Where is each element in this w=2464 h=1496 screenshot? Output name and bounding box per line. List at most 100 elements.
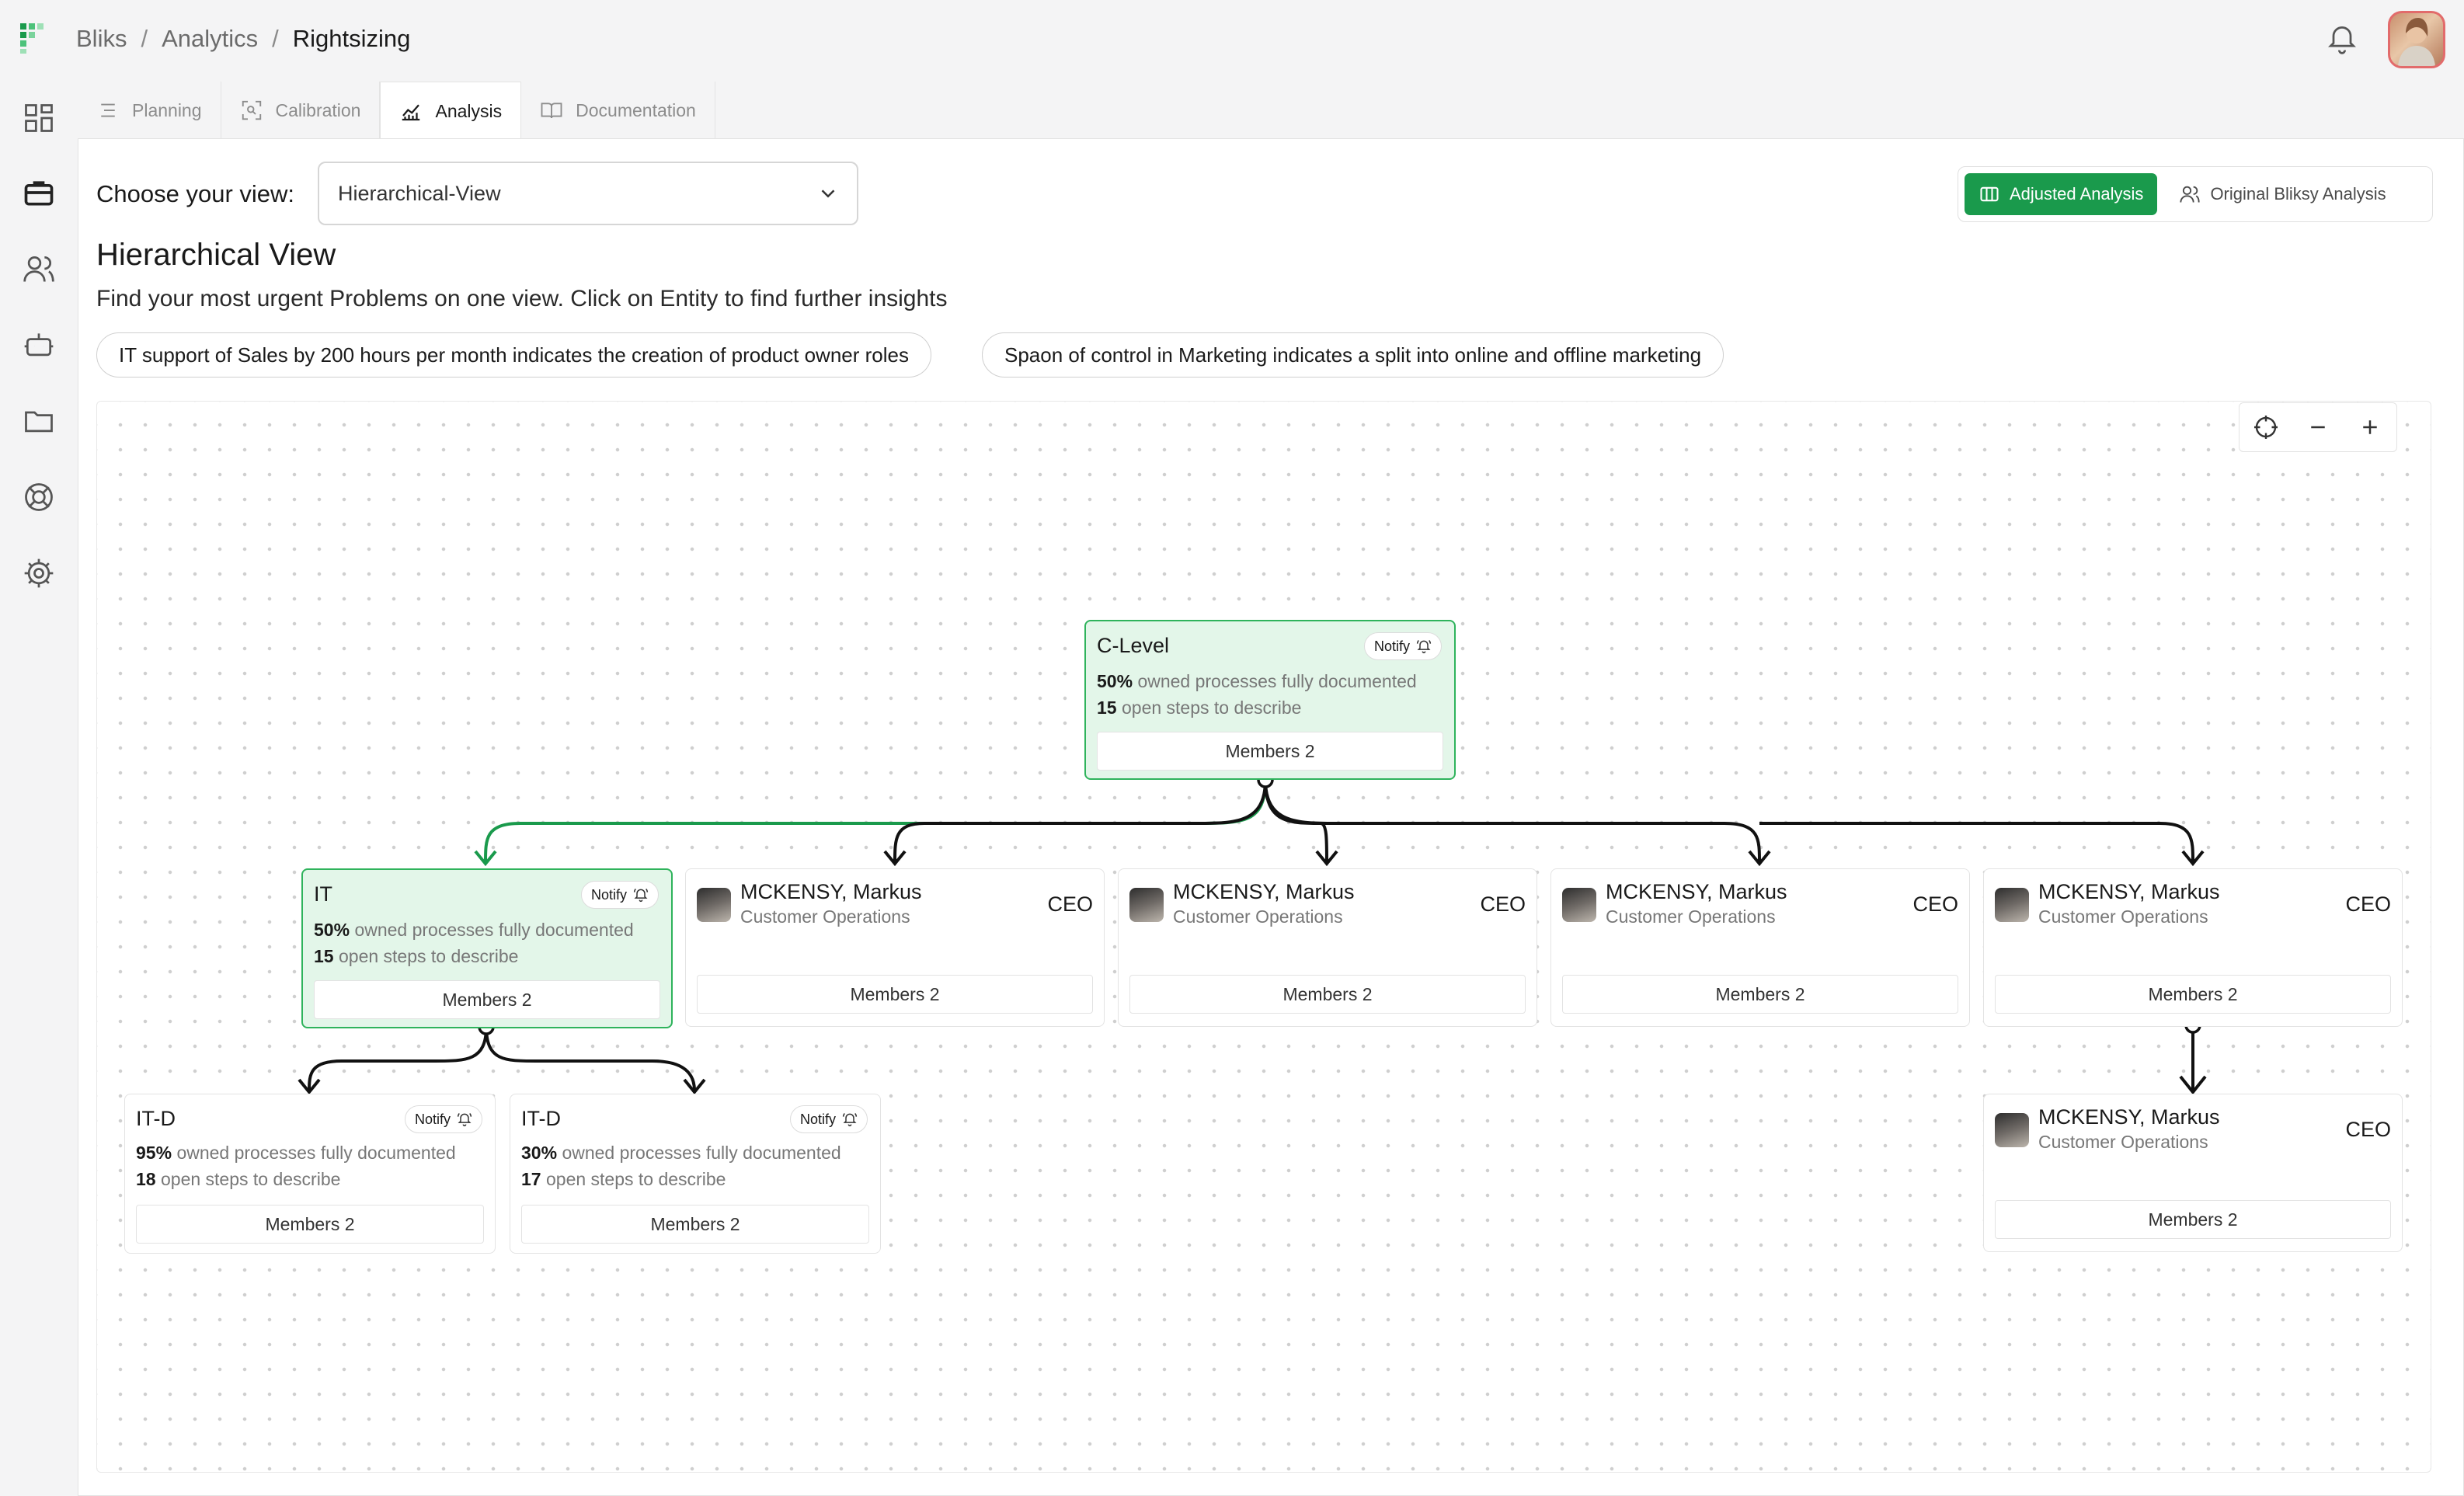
- scan-icon: [242, 100, 261, 120]
- open-steps-stat: 15 open steps to describe: [314, 946, 518, 967]
- documented-text: owned processes fully documented: [176, 1143, 456, 1163]
- insight-chip[interactable]: IT support of Sales by 200 hours per mon…: [96, 332, 931, 377]
- zoom-controls: [2239, 402, 2397, 452]
- person-role: CEO: [1480, 892, 1526, 916]
- node-person[interactable]: MCKENSY, Markus Customer Operations CEO …: [1983, 868, 2403, 1027]
- node-itd-2[interactable]: IT-D Notify 30% owned processes fully do…: [510, 1094, 881, 1254]
- book-icon: [541, 103, 562, 119]
- view-select-value: Hierarchical-View: [338, 181, 501, 205]
- documented-text: owned processes fully documented: [354, 920, 634, 940]
- members-button[interactable]: Members 2: [136, 1205, 484, 1244]
- breadcrumb-bliks[interactable]: Bliks: [76, 25, 127, 53]
- notify-label: Notify: [414, 1111, 451, 1127]
- node-person[interactable]: MCKENSY, Markus Customer Operations CEO …: [1118, 868, 1537, 1027]
- breadcrumb-separator: /: [141, 25, 148, 52]
- node-itd-1[interactable]: IT-D Notify 95% owned processes fully do…: [124, 1094, 496, 1254]
- breadcrumb-analytics[interactable]: Analytics: [162, 25, 258, 53]
- open-steps-stat: 15 open steps to describe: [1097, 698, 1301, 718]
- tab-bar: Planning Calibration Analysis Documentat…: [78, 82, 715, 141]
- members-button[interactable]: Members 2: [1995, 975, 2391, 1014]
- members-button[interactable]: Members 2: [314, 980, 660, 1019]
- node-person[interactable]: MCKENSY, Markus Customer Operations CEO …: [1983, 1094, 2403, 1252]
- open-steps-text: open steps to describe: [160, 1169, 341, 1189]
- person-department: Customer Operations: [2038, 1132, 2208, 1152]
- lifebuoy-icon[interactable]: [22, 480, 56, 514]
- members-button[interactable]: Members 2: [1129, 975, 1526, 1014]
- settings-icon[interactable]: [22, 556, 56, 590]
- documented-stat: 50% owned processes fully documented: [314, 920, 634, 941]
- members-button[interactable]: Members 2: [521, 1205, 869, 1244]
- folder-icon[interactable]: [22, 404, 56, 438]
- documented-pct: 50%: [1097, 671, 1133, 691]
- breadcrumb: Bliks / Analytics / Rightsizing: [76, 25, 410, 53]
- tab-label: Calibration: [275, 99, 361, 120]
- node-it[interactable]: IT Notify 50% owned processes fully docu…: [301, 868, 673, 1028]
- notify-label: Notify: [799, 1111, 836, 1127]
- members-button[interactable]: Members 2: [697, 975, 1093, 1014]
- zoom-in-icon[interactable]: [2355, 412, 2385, 442]
- node-title: IT-D: [521, 1107, 561, 1130]
- open-steps-text: open steps to describe: [545, 1169, 726, 1189]
- notify-button[interactable]: Notify: [404, 1105, 482, 1133]
- adjusted-analysis-label: Adjusted Analysis: [2010, 184, 2144, 204]
- person-name: MCKENSY, Markus: [2038, 1105, 2220, 1129]
- notify-button[interactable]: Notify: [789, 1105, 868, 1133]
- bliks-logo: [20, 23, 44, 54]
- node-clevel[interactable]: C-Level Notify 50% owned processes fully…: [1084, 620, 1456, 780]
- breadcrumb-current: Rightsizing: [292, 25, 411, 52]
- zoom-out-icon[interactable]: [2303, 412, 2333, 442]
- tab-analysis[interactable]: Analysis: [380, 82, 522, 141]
- person-department: Customer Operations: [1606, 906, 1776, 927]
- chevron-down-icon: [821, 190, 835, 198]
- node-person[interactable]: MCKENSY, Markus Customer Operations CEO …: [1550, 868, 1970, 1027]
- tab-label: Analysis: [435, 101, 503, 121]
- dashboard-icon[interactable]: [22, 101, 56, 135]
- sidebar: [0, 82, 78, 1294]
- open-steps-text: open steps to describe: [1121, 698, 1302, 718]
- original-analysis-button[interactable]: Original Bliksy Analysis: [2165, 173, 2400, 215]
- briefcase-icon[interactable]: [22, 176, 56, 210]
- user-avatar[interactable]: [2388, 11, 2445, 68]
- tab-label: Documentation: [576, 99, 696, 120]
- documented-text: owned processes fully documented: [1137, 671, 1417, 691]
- users-icon: [2180, 186, 2201, 203]
- original-analysis-label: Original Bliksy Analysis: [2210, 184, 2386, 204]
- adjusted-analysis-button[interactable]: Adjusted Analysis: [1965, 173, 2158, 215]
- node-person[interactable]: MCKENSY, Markus Customer Operations CEO …: [685, 868, 1105, 1027]
- members-button[interactable]: Members 2: [1097, 732, 1443, 771]
- columns-icon: [1980, 186, 1999, 202]
- documented-pct: 50%: [314, 920, 350, 940]
- tab-planning[interactable]: Planning: [78, 82, 221, 139]
- view-select[interactable]: Hierarchical-View: [318, 162, 858, 225]
- documented-stat: 95% owned processes fully documented: [136, 1143, 456, 1164]
- bell-ring-icon: [842, 1112, 858, 1127]
- bell-ring-icon: [633, 888, 649, 903]
- bell-ring-icon: [1416, 639, 1432, 654]
- bot-icon[interactable]: [22, 328, 56, 362]
- person-role: CEO: [2345, 1118, 2391, 1141]
- tab-documentation[interactable]: Documentation: [521, 82, 715, 139]
- bell-icon[interactable]: [2325, 22, 2359, 56]
- users-icon[interactable]: [22, 252, 56, 286]
- open-steps-count: 15: [1097, 698, 1117, 718]
- chart-icon: [402, 104, 420, 120]
- person-avatar: [1995, 1113, 2029, 1147]
- open-steps-count: 17: [521, 1169, 541, 1189]
- notify-button[interactable]: Notify: [580, 881, 659, 909]
- members-button[interactable]: Members 2: [1562, 975, 1958, 1014]
- tab-calibration[interactable]: Calibration: [221, 82, 381, 139]
- members-button[interactable]: Members 2: [1995, 1200, 2391, 1239]
- open-steps-count: 15: [314, 946, 334, 966]
- open-steps-text: open steps to describe: [338, 946, 519, 966]
- person-role: CEO: [1912, 892, 1958, 916]
- crosshair-icon[interactable]: [2251, 412, 2281, 442]
- documented-pct: 95%: [136, 1143, 172, 1163]
- insight-chip[interactable]: Spaon of control in Marketing indicates …: [982, 332, 1724, 377]
- documented-stat: 30% owned processes fully documented: [521, 1143, 841, 1164]
- person-department: Customer Operations: [1173, 906, 1343, 927]
- notify-button[interactable]: Notify: [1363, 632, 1442, 660]
- node-title: IT-D: [136, 1107, 176, 1130]
- documented-text: owned processes fully documented: [562, 1143, 841, 1163]
- person-name: MCKENSY, Markus: [740, 880, 922, 903]
- list-icon: [101, 103, 115, 117]
